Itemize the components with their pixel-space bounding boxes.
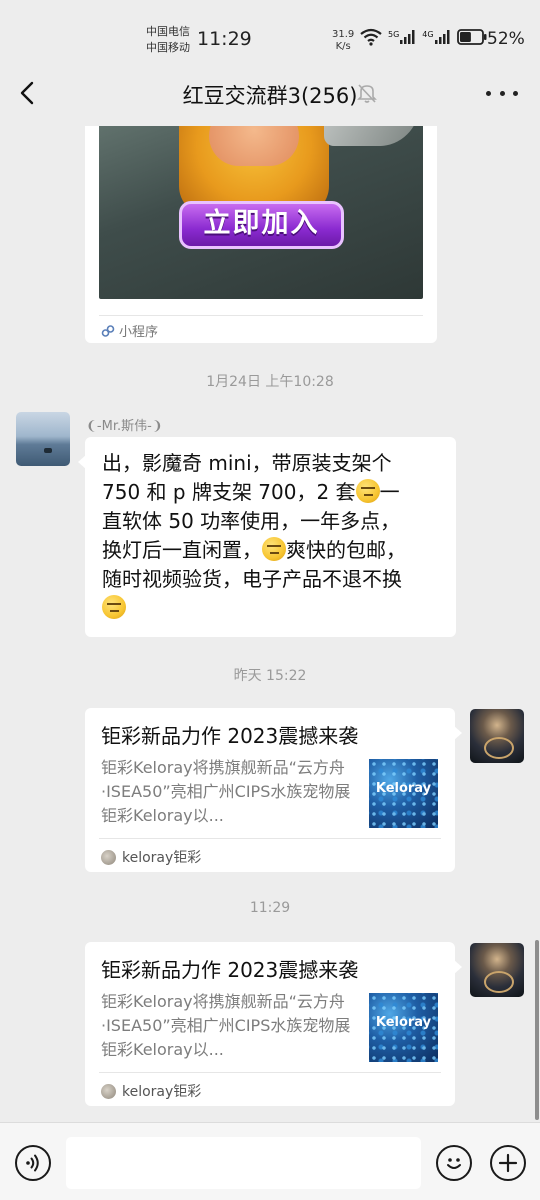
axe-illustration <box>324 126 419 146</box>
input-bar <box>0 1122 540 1200</box>
battery-icon <box>456 29 487 45</box>
wifi-icon <box>360 28 382 46</box>
link-source: keloray钜彩 <box>101 1081 201 1101</box>
link-source-name: keloray钜彩 <box>122 1084 202 1100</box>
carrier-2: 中国移动 <box>146 41 190 54</box>
mini-program-source: 小程序 <box>101 321 158 340</box>
sender-name-text: -Mr.斯伟- <box>96 419 152 434</box>
battery-percent: 52% <box>487 29 525 49</box>
divider <box>99 315 423 316</box>
ear-icon: ❩ <box>151 419 163 434</box>
message-line: 750 和 p 牌支架 700，2 套一 <box>102 478 442 507</box>
plus-button[interactable] <box>490 1145 526 1181</box>
chat-area[interactable]: 立即加入 小程序 1月24日 上午10:28 ❨-Mr.斯伟-❩ 出，影魔奇 m… <box>0 126 540 1122</box>
link-card[interactable]: 钜彩新品力作 2023震撼来袭 钜彩Keloray将携旗舰新品“云方舟·ISEA… <box>85 708 462 872</box>
mini-program-banner-image: 立即加入 <box>99 126 423 299</box>
network-speed-value: 31.9 <box>332 29 355 40</box>
emoji-button[interactable] <box>436 1145 472 1181</box>
link-title: 钜彩新品力作 2023震撼来袭 <box>101 958 359 982</box>
message-text: 750 和 p 牌支架 700，2 套 <box>102 480 356 504</box>
plus-icon <box>498 1153 518 1173</box>
chat-header: 红豆交流群3(256) <box>0 60 540 126</box>
more-dot <box>486 90 491 96</box>
signal-1-label: 5G <box>388 30 400 39</box>
thinking-emoji-icon <box>355 479 380 503</box>
message-line: 直软体 50 功率使用，一年多点， <box>102 509 401 533</box>
network-speed: 31.9 K/s <box>332 29 354 53</box>
divider <box>99 1072 441 1073</box>
network-speed-unit: K/s <box>335 41 351 52</box>
avatar[interactable] <box>16 412 70 466</box>
text-message-bubble[interactable]: 出，影魔奇 mini，带原装支架个 750 和 p 牌支架 700，2 套一 直… <box>78 437 456 637</box>
timestamp: 1月24日 上午10:28 <box>206 374 334 390</box>
divider <box>99 838 441 839</box>
link-thumbnail: Keloray <box>369 993 438 1062</box>
mini-program-card[interactable]: 立即加入 小程序 <box>85 126 437 343</box>
message-input[interactable] <box>66 1137 421 1189</box>
message-line: 换灯后一直闲置， 爽快的包邮， <box>102 536 442 565</box>
voice-icon <box>26 1154 39 1172</box>
thinking-emoji-icon <box>102 595 126 619</box>
status-icons: 5G 4G <box>360 28 487 46</box>
chat-title-wrap: 红豆交流群3(256) <box>0 80 540 110</box>
emoji-icon <box>447 1158 461 1169</box>
signal-2: 4G <box>422 30 450 44</box>
link-source: keloray钜彩 <box>101 847 201 867</box>
message-line: 出，影魔奇 mini，带原装支架个 <box>102 451 392 475</box>
mini-program-icon <box>101 324 115 337</box>
source-avatar <box>101 849 116 865</box>
more-button[interactable] <box>486 82 518 104</box>
thumbnail-brand-text: Keloray <box>375 781 432 796</box>
link-card[interactable]: 钜彩新品力作 2023震撼来袭 钜彩Keloray将携旗舰新品“云方舟·ISEA… <box>85 942 462 1106</box>
carrier-1: 中国电信 <box>146 25 190 38</box>
link-thumbnail: Keloray <box>369 759 438 828</box>
message-line <box>102 594 442 623</box>
link-description: 钜彩Keloray将携旗舰新品“云方舟·ISEA50”亮相广州CIPS水族宠物展… <box>101 758 351 825</box>
join-now-button: 立即加入 <box>179 201 344 249</box>
timestamp: 昨天 15:22 <box>233 668 307 684</box>
mini-program-label: 小程序 <box>119 325 159 340</box>
scrollbar[interactable] <box>535 940 539 1120</box>
signal-2-icon <box>434 30 450 44</box>
bell-off-icon <box>356 82 378 104</box>
sender-name: ❨-Mr.斯伟-❩ <box>86 415 163 434</box>
avatar[interactable] <box>470 709 524 763</box>
more-dot <box>499 90 505 96</box>
thinking-emoji-icon <box>262 537 286 561</box>
signal-2-label: 4G <box>422 30 434 39</box>
chat-title: 红豆交流群3(256) <box>182 84 358 108</box>
carrier-names: 中国电信 中国移动 <box>146 24 190 56</box>
thumbnail-brand-text: Keloray <box>375 1015 432 1030</box>
message-text: 一 <box>379 480 400 504</box>
voice-button[interactable] <box>15 1145 51 1181</box>
ear-icon: ❨ <box>86 419 97 434</box>
link-title: 钜彩新品力作 2023震撼来袭 <box>101 724 359 748</box>
avatar[interactable] <box>470 943 524 997</box>
message-text: 爽快的包邮， <box>286 538 406 562</box>
timestamp: 11:29 <box>249 900 291 916</box>
message-text: 换灯后一直闲置， <box>102 538 262 562</box>
signal-1: 5G <box>388 30 416 44</box>
source-avatar <box>101 1083 116 1099</box>
more-dot <box>513 90 518 96</box>
link-description: 钜彩Keloray将携旗舰新品“云方舟·ISEA50”亮相广州CIPS水族宠物展… <box>101 992 351 1059</box>
battery-fill <box>459 32 471 42</box>
link-source-name: keloray钜彩 <box>122 850 202 866</box>
message-line: 随时视频验货，电子产品不退不换 <box>102 567 402 591</box>
status-clock: 11:29 <box>197 28 252 50</box>
signal-1-icon <box>400 30 415 44</box>
